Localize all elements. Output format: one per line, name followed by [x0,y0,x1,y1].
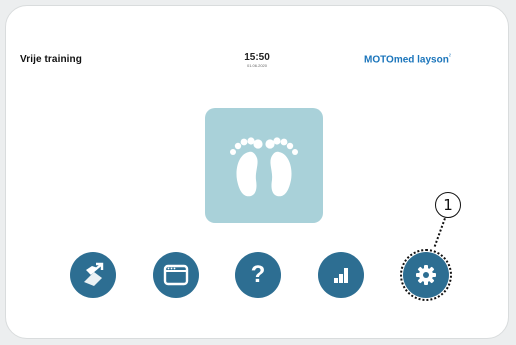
window-display-icon [163,264,189,286]
brand-mark: ² [448,54,451,60]
bar-chart-icon [334,268,348,283]
clock: 15:50 01.06.2020 [242,52,272,68]
callout-highlight-ring [400,249,452,301]
statistics-button[interactable] [318,252,364,298]
training-mode-tile[interactable] [205,108,323,223]
mode-title: Vrije training [20,54,82,65]
training-program-icon [84,262,104,286]
help-button[interactable]: ? [235,252,281,298]
callout-number: 1 [435,192,461,218]
brand-name: MOTOmed layson [364,54,449,66]
help-icon: ? [250,261,266,288]
brand-logo: MOTOmed layson² [364,54,451,65]
display-button[interactable] [153,252,199,298]
training-program-button[interactable] [70,252,116,298]
feet-icon [230,137,298,197]
clock-date: 01.06.2020 [246,63,268,68]
clock-time: 15:50 [244,52,270,63]
